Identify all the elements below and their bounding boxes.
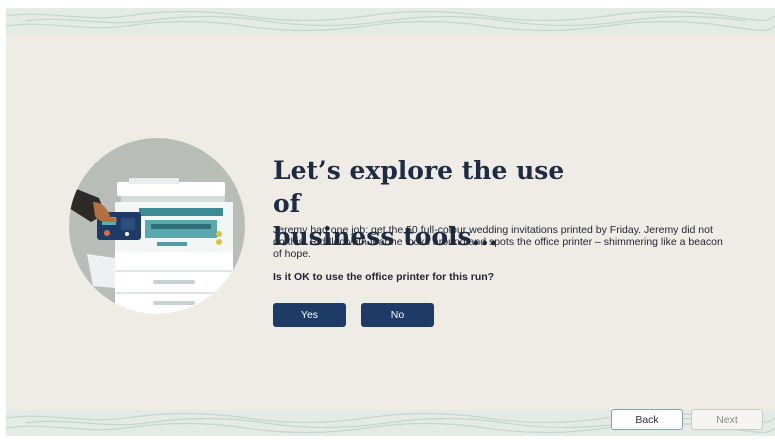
back-button[interactable]: Back <box>611 409 683 430</box>
office-printer-illustration <box>69 138 245 314</box>
question-text: Is it OK to use the office printer for t… <box>273 271 495 283</box>
slide-title-line-1: Let’s explore the use of <box>273 156 565 218</box>
scenario-text: Jeremy had one job: get the 50 full-colo… <box>273 224 723 260</box>
decorative-pattern-top <box>6 8 775 34</box>
next-button[interactable]: Next <box>691 409 763 430</box>
no-button[interactable]: No <box>361 303 434 327</box>
lesson-slide: Let’s explore the use of business tools.… <box>6 8 775 436</box>
yes-button[interactable]: Yes <box>273 303 346 327</box>
